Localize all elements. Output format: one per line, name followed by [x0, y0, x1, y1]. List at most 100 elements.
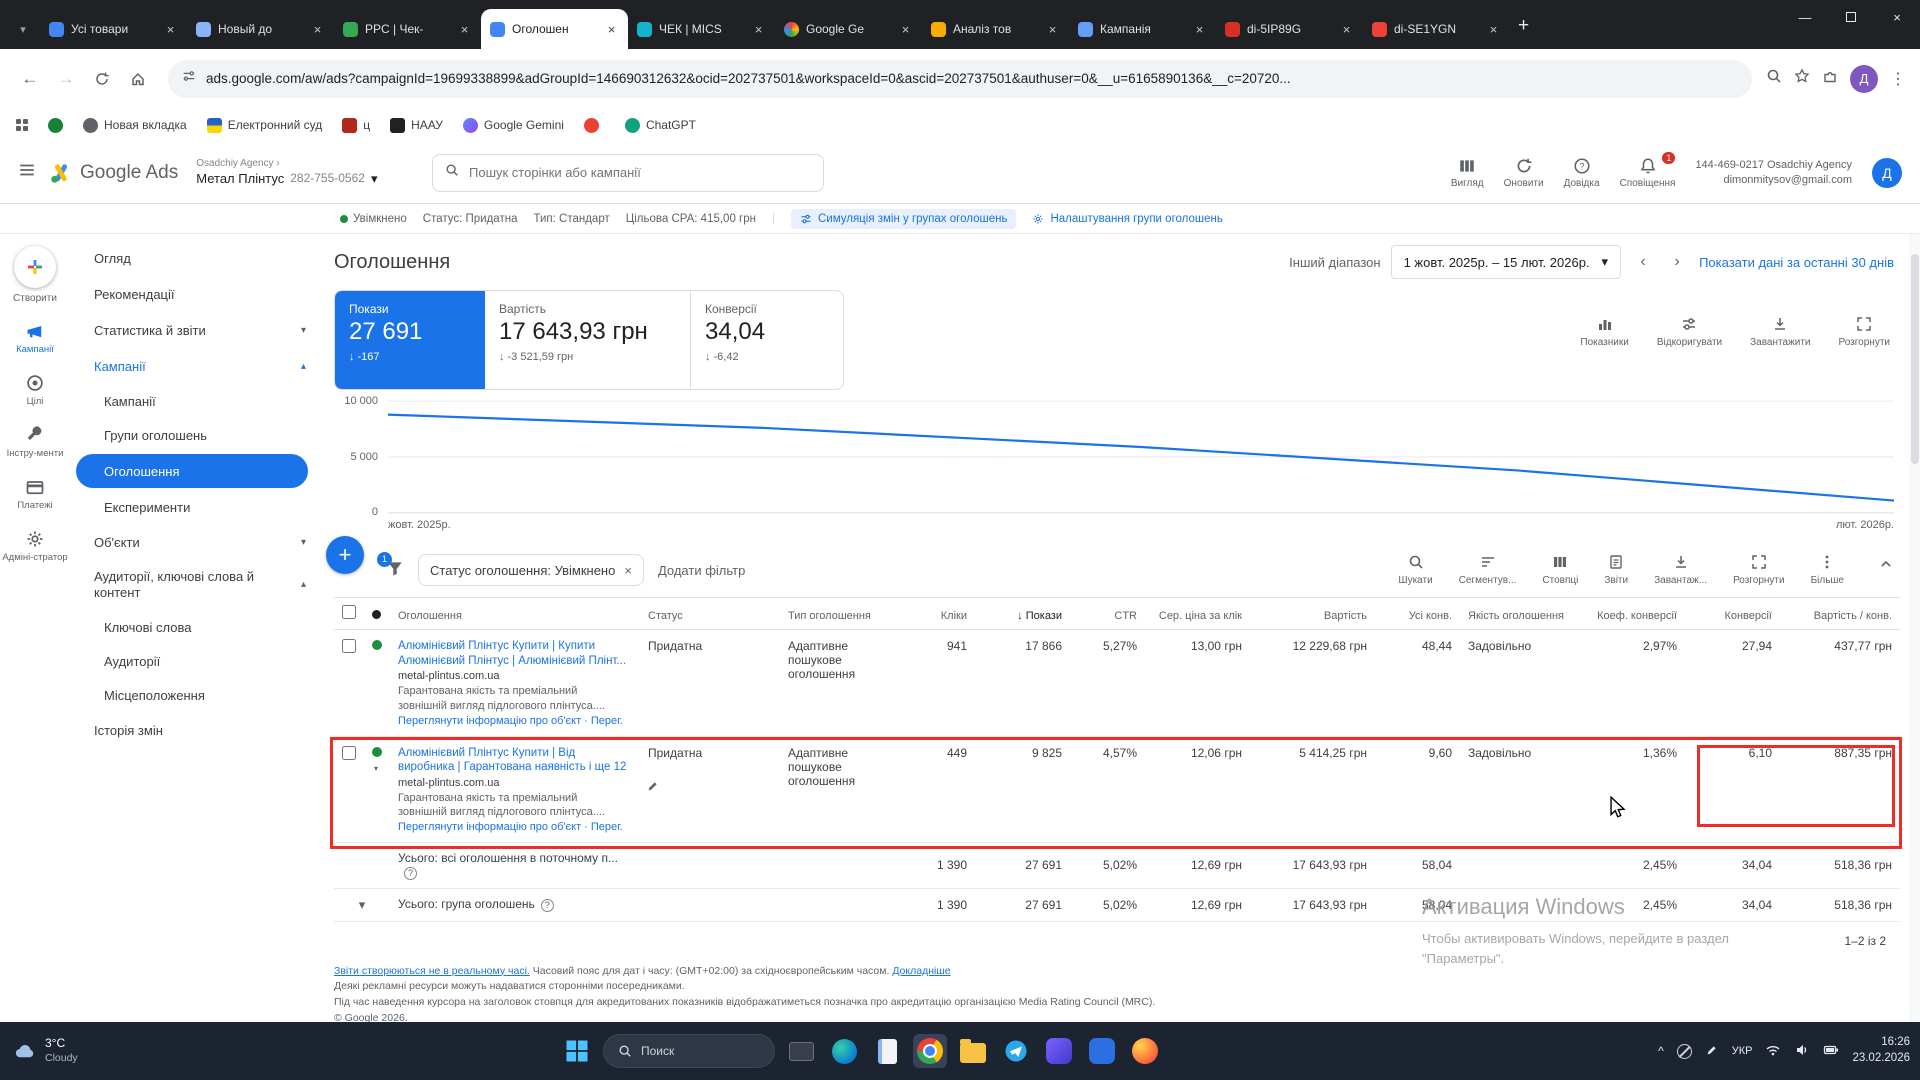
rail-item-campaigns[interactable]: Кампанії — [2, 321, 68, 356]
bookmark-item[interactable]: Google Gemini — [462, 117, 564, 133]
close-icon[interactable]: × — [604, 22, 619, 37]
reload-icon[interactable] — [86, 63, 118, 95]
simulate-changes-button[interactable]: Симуляція змін у групах оголошень — [790, 208, 1017, 229]
search-table-button[interactable]: Шукати — [1398, 554, 1433, 586]
do-not-disturb-icon[interactable] — [1676, 1043, 1692, 1059]
ad-title-link[interactable]: Алюмінієвий Плінтус Купити | Купити — [398, 639, 632, 654]
bookmark-item[interactable]: ChatGPT — [624, 117, 696, 133]
google-ads-logo[interactable]: Google Ads — [50, 162, 178, 184]
scorecard-impressions[interactable]: Покази 27 691 ↓ -167 — [335, 291, 485, 389]
reports-button[interactable]: Звіти — [1604, 554, 1628, 586]
metrics-button[interactable]: Показники — [1580, 316, 1629, 348]
rail-item-billing[interactable]: Платежі — [2, 477, 68, 512]
refresh-button[interactable]: Оновити — [1504, 157, 1544, 189]
telegram-app[interactable] — [999, 1034, 1033, 1068]
col-clicks[interactable]: Кліки — [895, 597, 975, 630]
nav-recommendations[interactable]: Рекомендації — [70, 276, 322, 312]
rail-item-admin[interactable]: Адміні-стратор — [2, 529, 68, 564]
ads-profile-avatar[interactable]: Д — [1872, 157, 1902, 188]
ad-title-link[interactable]: Алюмінієвий Плінтус Купити | Від — [398, 746, 632, 761]
col-cost[interactable]: Вартість — [1250, 597, 1375, 630]
rail-item-tools[interactable]: Інстру-менти — [2, 425, 68, 460]
col-ad-quality[interactable]: Якість оголошення — [1460, 597, 1585, 630]
collapse-chart-button[interactable] — [1878, 556, 1894, 577]
browser-tab[interactable]: di-5IP89G × — [1216, 9, 1363, 49]
download-chart-button[interactable]: Завантажити — [1750, 316, 1810, 348]
bookmark-item[interactable]: НААУ — [390, 117, 443, 133]
col-ctr[interactable]: CTR — [1070, 597, 1145, 630]
browser-tab[interactable]: Новый до × — [187, 9, 334, 49]
browser-menu-icon[interactable]: ⋮ — [1890, 69, 1906, 89]
browser-tab[interactable]: Аналіз тов × — [922, 9, 1069, 49]
url-input[interactable] — [206, 71, 1738, 86]
date-range-picker[interactable]: 1 жовт. 2025р. – 15 лют. 2026р. ▾ — [1390, 245, 1622, 279]
nav-ads-selected[interactable]: Оголошення — [76, 454, 308, 488]
col-cost-per-conv[interactable]: Вартість / конв. — [1780, 597, 1900, 630]
col-status[interactable]: Статус — [640, 597, 780, 630]
more-button[interactable]: Більше — [1811, 554, 1844, 586]
status-filter-chip[interactable]: Статус оголошення: Увімкнено × — [418, 554, 644, 586]
browser-tab[interactable]: Google Ge × — [775, 9, 922, 49]
task-view-button[interactable] — [784, 1034, 818, 1068]
add-filter-button[interactable]: Додати фільтр — [658, 563, 745, 578]
add-ad-fab[interactable]: + — [326, 536, 364, 574]
close-icon[interactable]: × — [1486, 22, 1501, 37]
back-icon[interactable]: ← — [14, 63, 46, 95]
explorer-app[interactable] — [956, 1034, 990, 1068]
scorecard-conversions[interactable]: Конверсії 34,04 ↓ -6,42 — [691, 291, 843, 389]
tray-expand-icon[interactable]: ^ — [1658, 1044, 1664, 1058]
start-button[interactable] — [560, 1034, 594, 1068]
language-indicator[interactable]: УКР — [1732, 1045, 1753, 1057]
help-circle-icon[interactable] — [540, 898, 554, 912]
forward-icon[interactable]: → — [50, 63, 82, 95]
filter-funnel-button[interactable]: 1 — [377, 551, 404, 582]
code-app[interactable] — [1085, 1034, 1119, 1068]
col-conversions[interactable]: Конверсії — [1685, 597, 1780, 630]
docs-app[interactable] — [870, 1034, 904, 1068]
close-icon[interactable]: × — [898, 22, 913, 37]
pen-icon[interactable] — [1705, 1043, 1719, 1060]
ad-title-link[interactable]: виробника | Гарантована наявність і ще 1… — [398, 760, 632, 775]
enabled-dot-icon[interactable] — [372, 640, 382, 650]
scrollbar-thumb[interactable] — [1911, 254, 1919, 464]
prev-range-button[interactable]: ‹ — [1631, 250, 1655, 274]
appearance-button[interactable]: Вигляд — [1451, 157, 1484, 189]
nav-campaigns[interactable]: Кампанії — [70, 384, 322, 418]
nav-keywords[interactable]: Ключові слова — [70, 610, 322, 644]
help-circle-icon[interactable] — [404, 866, 417, 880]
adjust-button[interactable]: Відкоригувати — [1657, 316, 1722, 348]
nav-locations[interactable]: Місцеположення — [70, 678, 322, 712]
col-conv-rate[interactable]: Коеф. конверсії — [1585, 597, 1685, 630]
clock[interactable]: 16:26 23.02.2026 — [1852, 1035, 1910, 1066]
row-checkbox[interactable] — [342, 639, 356, 653]
select-all-checkbox[interactable] — [342, 605, 356, 619]
download-table-button[interactable]: Завантаж... — [1654, 554, 1707, 586]
expand-totals-icon[interactable]: ▾ — [342, 897, 382, 913]
nav-insights[interactable]: Статистика й звіти ▾ — [70, 312, 322, 348]
taskbar-search[interactable]: Поиск — [603, 1034, 775, 1068]
weather-widget[interactable]: 3°C Cloudy — [0, 1036, 78, 1065]
home-icon[interactable] — [122, 63, 154, 95]
ad-view-assets-link[interactable]: Переглянути інформацію про об'єкт · Пере… — [398, 821, 632, 833]
browser-profile-avatar[interactable]: Д — [1850, 64, 1878, 93]
battery-icon[interactable] — [1823, 1042, 1840, 1061]
account-switcher[interactable]: Osadchiy Agency › Метал Плінтус 282-755-0… — [196, 158, 377, 187]
create-button[interactable]: Створити — [13, 246, 57, 304]
footer-link[interactable]: Звіти створюються не в реальному часі. — [334, 965, 530, 977]
site-settings-icon[interactable] — [182, 69, 196, 88]
volume-icon[interactable] — [1794, 1042, 1810, 1061]
ad-group-settings-button[interactable]: Налаштування групи оголошень — [1032, 213, 1223, 225]
close-icon[interactable]: × — [1192, 22, 1207, 37]
row-checkbox[interactable] — [342, 745, 356, 760]
scorecard-cost[interactable]: Вартість 17 643,93 грн ↓ -3 521,59 грн — [485, 291, 691, 389]
close-icon[interactable]: × — [751, 22, 766, 37]
maximize-button[interactable] — [1828, 0, 1874, 34]
bookmark-item[interactable]: Новая вкладка — [83, 117, 187, 133]
extensions-icon[interactable] — [1822, 68, 1838, 89]
expand-table-button[interactable]: Розгорнути — [1733, 554, 1785, 586]
firefox-app[interactable] — [1128, 1034, 1162, 1068]
nav-overview[interactable]: Огляд — [70, 240, 322, 276]
browser-tab[interactable]: Усі товари × — [40, 9, 187, 49]
col-type[interactable]: Тип оголошення — [780, 597, 895, 630]
col-ad[interactable]: Оголошення — [390, 597, 640, 630]
